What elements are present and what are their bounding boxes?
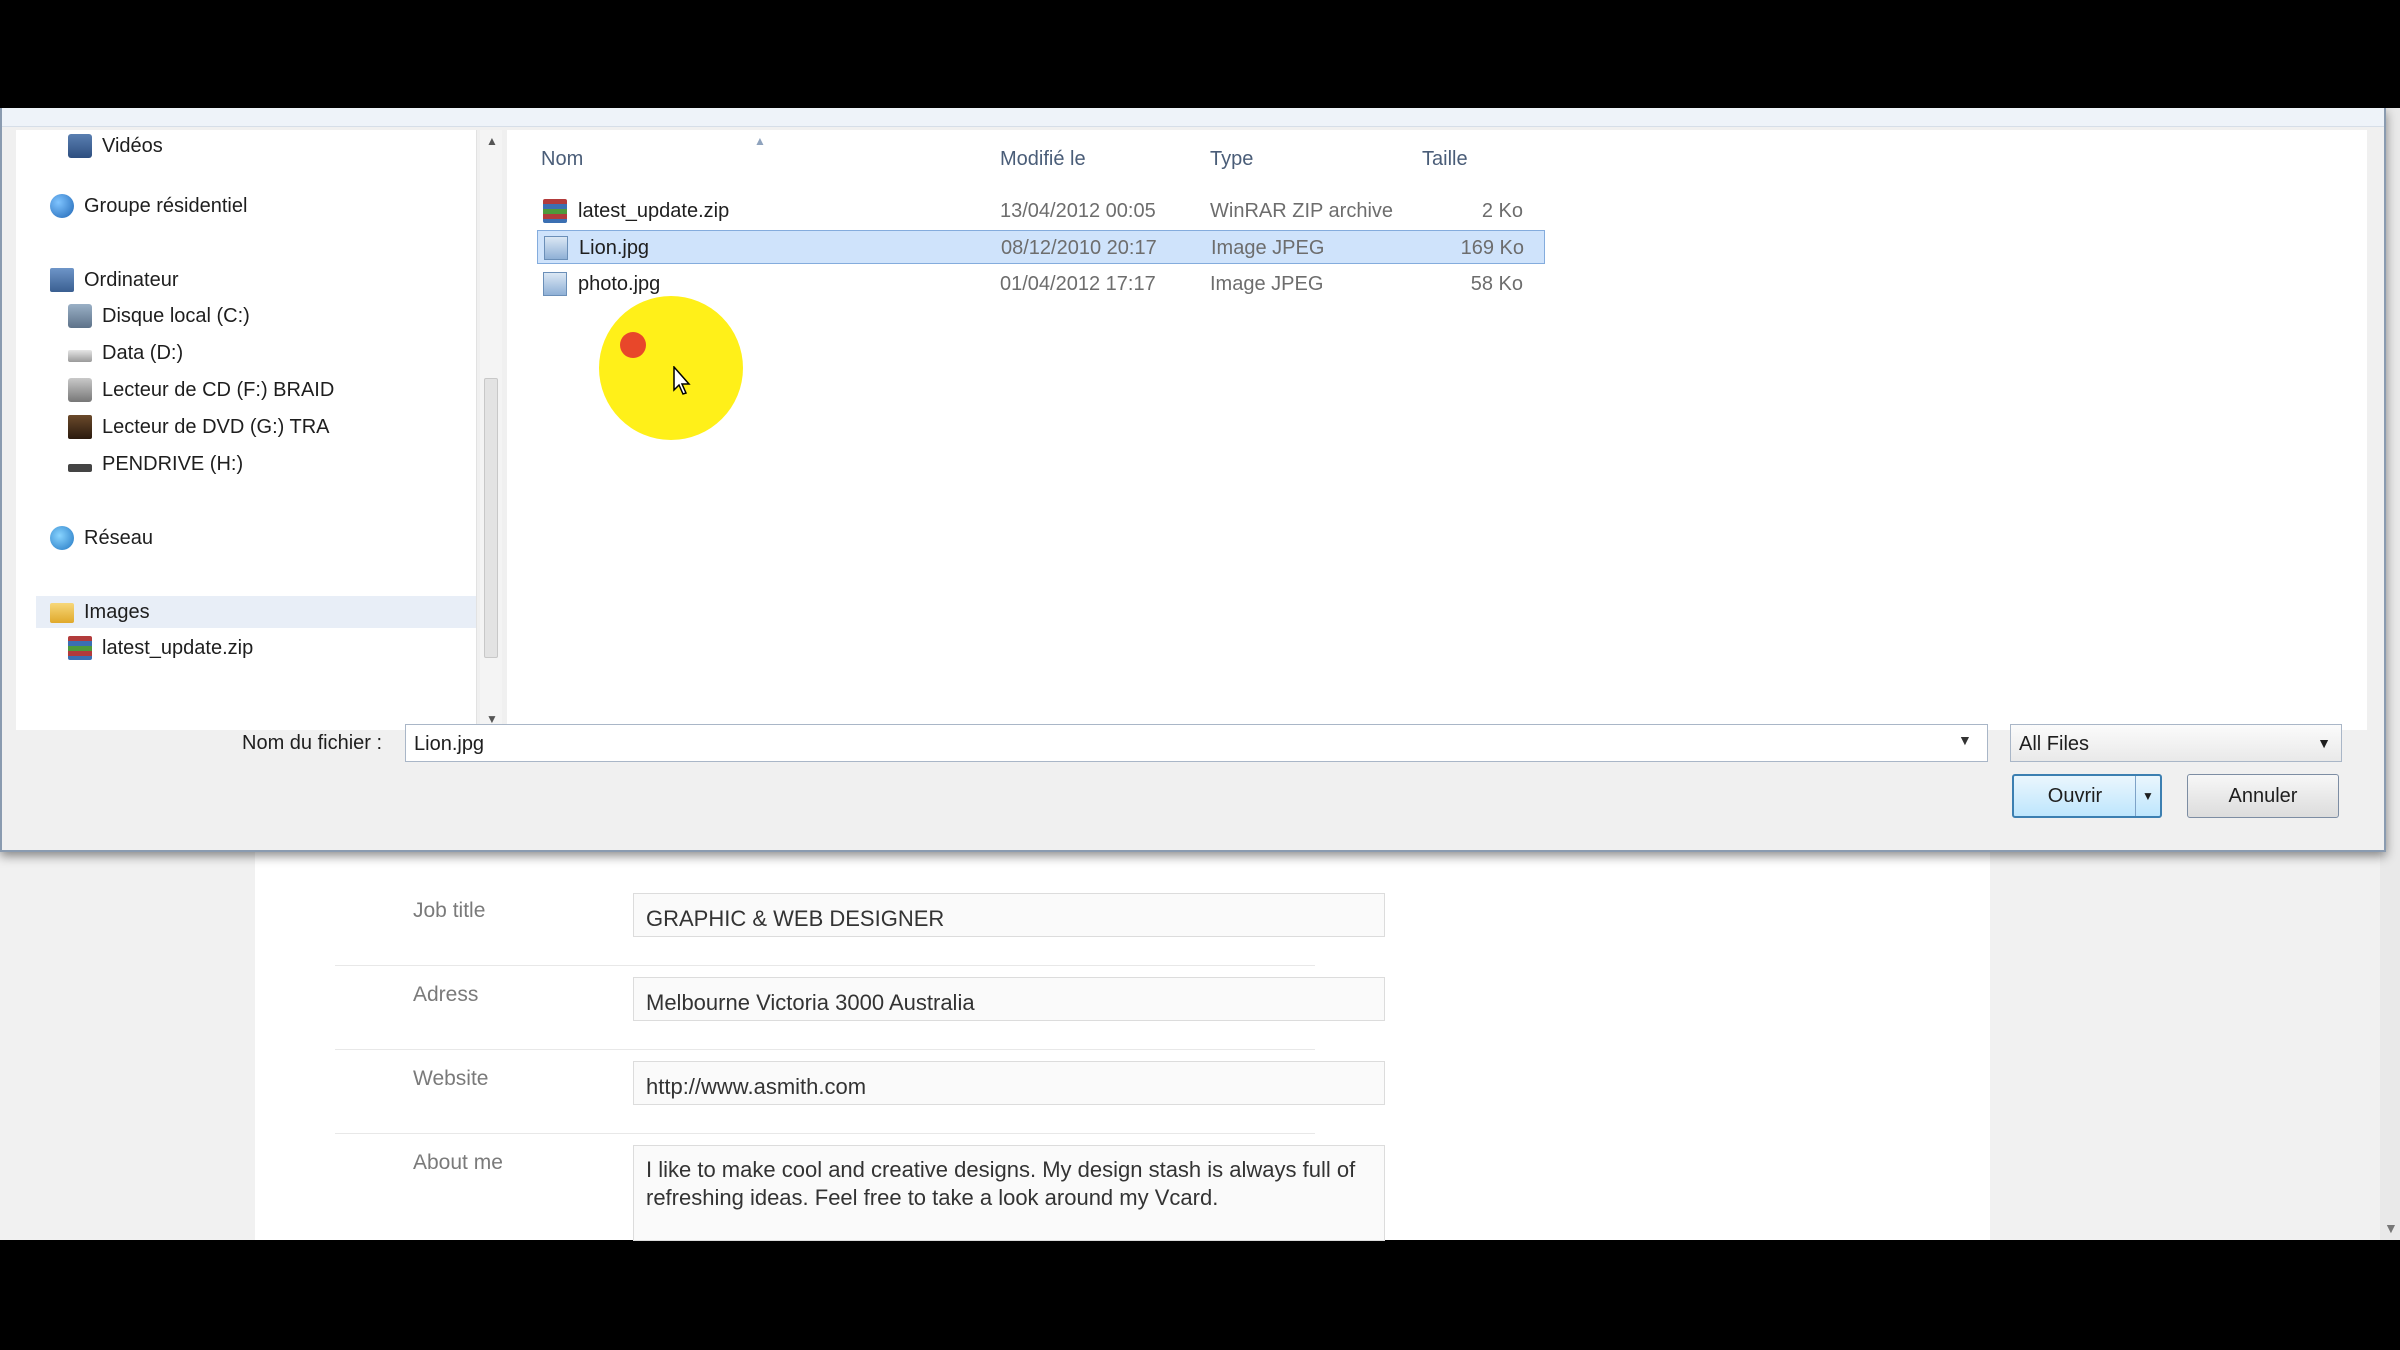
file-size: 2 Ko — [1481, 200, 1523, 222]
form-row-about-me: About me I like to make cool and creativ… — [335, 1133, 1385, 1241]
nav-item-label: latest_update.zip — [102, 636, 254, 659]
folder-icon — [50, 603, 74, 623]
website-input[interactable]: http://www.asmith.com — [633, 1061, 1385, 1105]
nav-item-pendrive-h[interactable]: PENDRIVE (H:) — [68, 448, 243, 480]
nav-item-local-disk-c[interactable]: Disque local (C:) — [68, 300, 250, 332]
nav-item-label: Lecteur de CD (F:) BRAID — [102, 378, 335, 401]
about-me-textarea[interactable]: I like to make cool and creative designs… — [633, 1145, 1385, 1241]
nav-item-homegroup[interactable]: Groupe résidentiel — [50, 190, 247, 222]
file-size: 58 Ko — [1470, 273, 1523, 295]
disk-icon — [68, 304, 92, 328]
file-type: Image JPEG — [1210, 273, 1324, 295]
address-label: Adress — [413, 983, 479, 1006]
nav-item-label: Images — [84, 600, 150, 623]
profile-form: Job title GRAPHIC & WEB DESIGNER Adress … — [255, 845, 1990, 1241]
job-title-input[interactable]: GRAPHIC & WEB DESIGNER — [633, 893, 1385, 937]
file-name: latest_update.zip — [578, 200, 730, 222]
nav-item-label: Groupe résidentiel — [84, 194, 248, 217]
scroll-down-icon[interactable]: ▼ — [2384, 1220, 2398, 1236]
form-row-address: Adress Melbourne Victoria 3000 Australia — [335, 965, 1385, 1050]
filter-value: All Files — [2019, 733, 2090, 755]
nav-item-label: Vidéos — [102, 134, 163, 157]
nav-item-latest-update-zip[interactable]: latest_update.zip — [68, 632, 253, 664]
image-icon — [544, 236, 568, 260]
drive-icon — [68, 350, 92, 362]
file-type-filter[interactable]: All Files ▼ — [2010, 724, 2342, 762]
nav-item-label: Réseau — [84, 526, 153, 549]
nav-item-cd-drive-f[interactable]: Lecteur de CD (F:) BRAID — [68, 374, 334, 406]
nav-item-images[interactable]: Images — [36, 596, 476, 628]
open-button-label: Ouvrir — [2047, 784, 2103, 807]
website-label: Website — [413, 1067, 489, 1090]
nav-item-data-d[interactable]: Data (D:) — [68, 337, 183, 369]
zip-icon — [543, 199, 567, 223]
cursor-highlight — [599, 296, 743, 440]
file-list-pane: ▲ Nom Modifié le Type Taille latest_upda… — [507, 130, 2367, 730]
navigation-pane: Vidéos Groupe résidentiel Ordinateur Dis… — [16, 130, 477, 730]
column-header-size[interactable]: Taille — [1422, 148, 1468, 171]
column-header-type[interactable]: Type — [1210, 148, 1253, 171]
image-icon — [543, 272, 567, 296]
form-row-job-title: Job title GRAPHIC & WEB DESIGNER — [335, 881, 1385, 966]
open-options-dropdown[interactable]: ▼ — [2135, 776, 2160, 816]
usb-drive-icon — [68, 464, 92, 472]
form-row-website: Website http://www.asmith.com — [335, 1049, 1385, 1134]
column-header-modified[interactable]: Modifié le — [1000, 148, 1086, 171]
file-modified: 01/04/2012 17:17 — [1000, 273, 1156, 295]
sort-ascending-icon: ▲ — [754, 134, 766, 148]
open-file-dialog: Vidéos Groupe résidentiel Ordinateur Dis… — [0, 108, 2386, 852]
file-row[interactable]: photo.jpg 01/04/2012 17:17 Image JPEG 58… — [537, 267, 1545, 301]
nav-item-computer[interactable]: Ordinateur — [50, 264, 179, 296]
cd-drive-icon — [68, 378, 92, 402]
chevron-down-icon: ▼ — [2317, 735, 2331, 751]
click-indicator — [620, 332, 646, 358]
computer-icon — [50, 268, 74, 292]
file-modified: 08/12/2010 20:17 — [1001, 237, 1157, 259]
file-type: Image JPEG — [1211, 237, 1325, 259]
homegroup-icon — [50, 194, 74, 218]
file-row-selected[interactable]: Lion.jpg 08/12/2010 20:17 Image JPEG 169… — [537, 230, 1545, 264]
dvd-drive-icon — [68, 415, 92, 439]
file-row[interactable]: latest_update.zip 13/04/2012 00:05 WinRA… — [537, 194, 1545, 228]
cancel-button[interactable]: Annuler — [2187, 774, 2339, 818]
file-type: WinRAR ZIP archive — [1210, 200, 1394, 222]
file-name: Lion.jpg — [579, 237, 650, 259]
job-title-label: Job title — [413, 899, 486, 922]
network-icon — [50, 526, 74, 550]
mouse-pointer-icon — [673, 366, 691, 395]
filename-input[interactable]: Lion.jpg — [405, 724, 1988, 762]
chevron-down-icon[interactable]: ▼ — [1958, 732, 1972, 748]
zip-icon — [68, 636, 92, 660]
nav-item-label: Data (D:) — [102, 341, 184, 364]
cancel-button-label: Annuler — [2228, 784, 2298, 807]
column-header-name[interactable]: Nom — [541, 148, 583, 171]
dialog-titlebar — [2, 108, 2384, 127]
nav-item-label: Disque local (C:) — [102, 304, 250, 327]
scrollbar-thumb[interactable] — [484, 378, 498, 658]
videos-icon — [68, 134, 92, 158]
filename-label: Nom du fichier : — [242, 732, 383, 754]
nav-item-dvd-drive-g[interactable]: Lecteur de DVD (G:) TRA — [68, 411, 329, 443]
nav-item-label: PENDRIVE (H:) — [102, 452, 244, 475]
nav-item-videos[interactable]: Vidéos — [68, 130, 163, 162]
about-me-label: About me — [413, 1151, 503, 1174]
file-name: photo.jpg — [578, 273, 661, 295]
nav-item-network[interactable]: Réseau — [50, 522, 153, 554]
file-modified: 13/04/2012 00:05 — [1000, 200, 1156, 222]
address-input[interactable]: Melbourne Victoria 3000 Australia — [633, 977, 1385, 1021]
open-button[interactable]: Ouvrir ▼ — [2012, 774, 2162, 818]
nav-item-label: Ordinateur — [84, 268, 179, 291]
nav-item-label: Lecteur de DVD (G:) TRA — [102, 415, 330, 438]
navigation-scrollbar[interactable]: ▲ ▼ — [480, 130, 502, 730]
scroll-up-icon[interactable]: ▲ — [486, 134, 498, 148]
file-size: 169 Ko — [1460, 237, 1524, 259]
